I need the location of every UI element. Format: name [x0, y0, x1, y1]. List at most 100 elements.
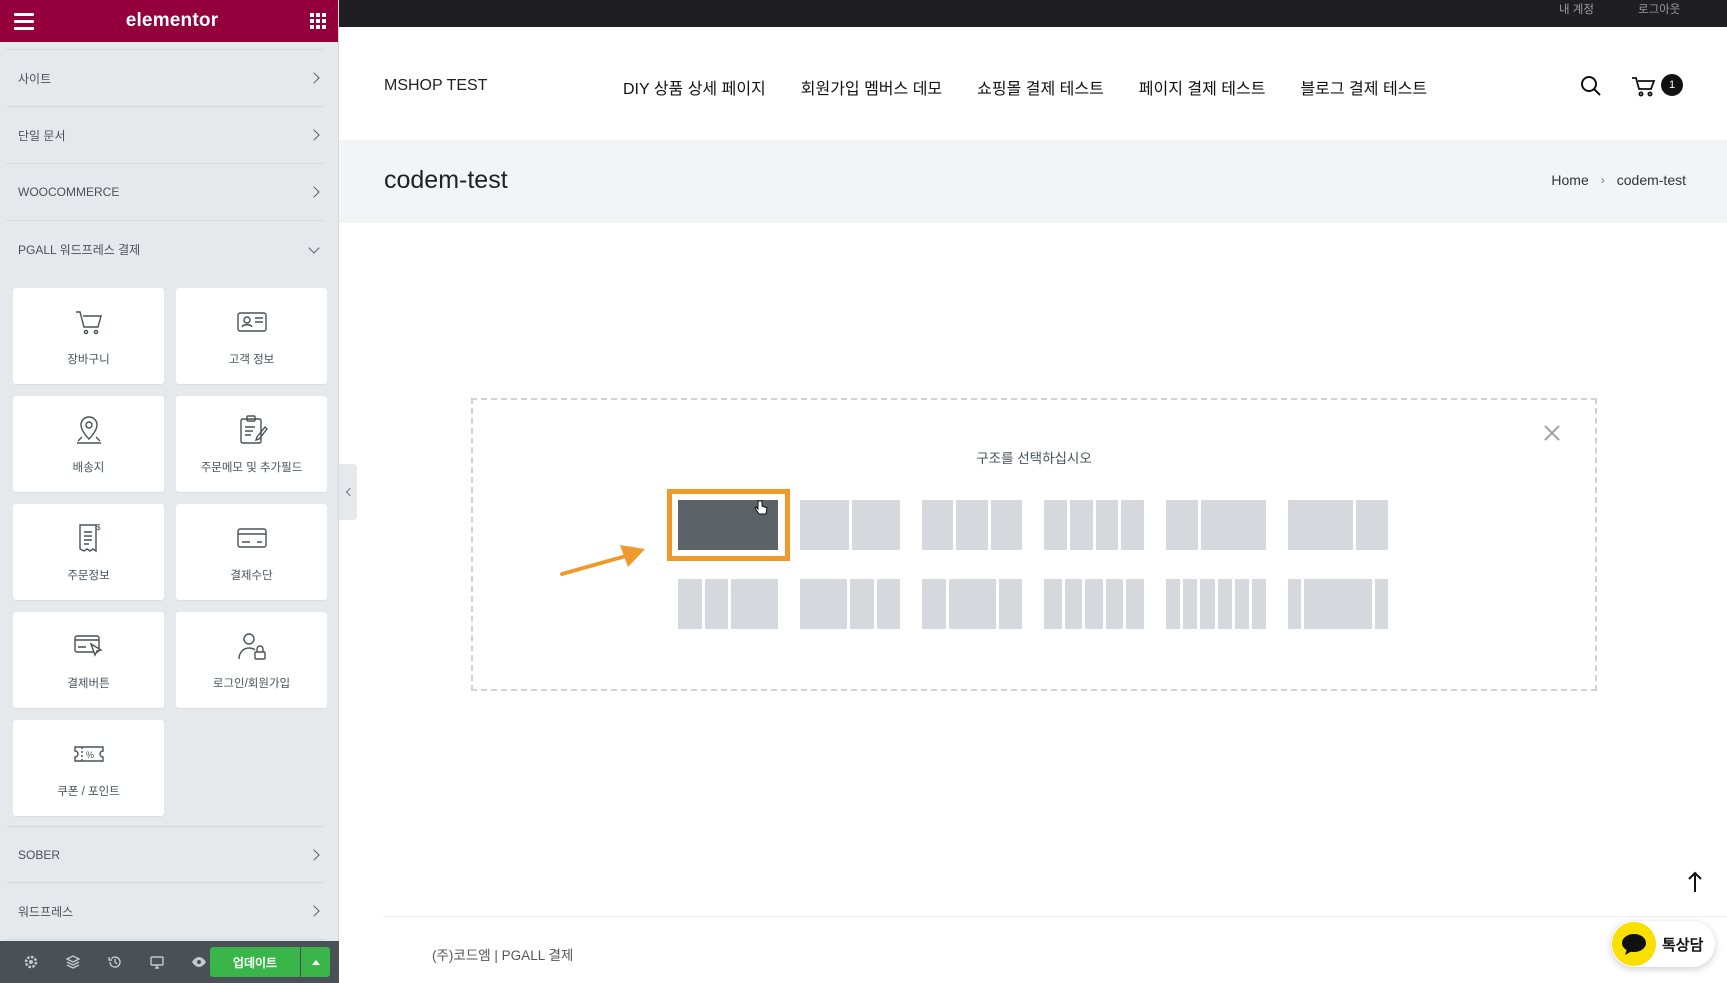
panel-footer: 업데이트	[0, 941, 339, 983]
widget-label: 배송지	[72, 462, 105, 474]
nav-item[interactable]: DIY 상품 상세 페이지	[623, 75, 766, 99]
chevron-right-icon	[308, 186, 320, 198]
preset-3-columns[interactable]	[922, 500, 1022, 550]
cart-icon[interactable]	[1631, 75, 1657, 97]
preset-25-50-25[interactable]	[922, 579, 1022, 629]
category-pgall[interactable]: PGALL 워드프레스 결제	[6, 221, 324, 278]
svg-text:%: %	[86, 750, 94, 760]
widget-label: 주문정보	[67, 570, 110, 582]
layers-icon[interactable]	[52, 941, 94, 983]
settings-icon[interactable]	[10, 941, 52, 983]
preset-5-columns[interactable]	[1044, 579, 1144, 629]
credit-card-icon	[236, 528, 267, 548]
hamburger-menu-icon[interactable]	[14, 12, 34, 30]
category-label: 사이트	[18, 71, 52, 86]
widget-cart[interactable]: 장바구니	[13, 288, 164, 384]
cart-count-badge: 1	[1661, 74, 1683, 96]
page-title: codem-test	[384, 166, 508, 194]
payment-click-icon	[73, 635, 103, 657]
chat-label: 톡상담	[1662, 936, 1704, 954]
widget-coupon-point[interactable]: % 쿠폰 / 포인트	[13, 720, 164, 816]
site-title[interactable]: MSHOP TEST	[384, 77, 487, 95]
chat-bubble-icon	[1612, 922, 1656, 966]
widget-order-info[interactable]: $ 주문정보	[13, 504, 164, 600]
clipboard-edit-icon	[239, 415, 268, 444]
chevron-right-icon	[308, 848, 320, 861]
preset-2-columns[interactable]	[800, 500, 900, 550]
my-account-link[interactable]: 내 계정	[1559, 1, 1594, 17]
user-lock-icon	[237, 633, 266, 660]
responsive-icon[interactable]	[136, 941, 178, 983]
kakao-chat-button[interactable]: 톡상담	[1611, 921, 1715, 967]
breadcrumb-current: codem-test	[1616, 172, 1686, 188]
widget-login-register[interactable]: 로그인/회원가입	[176, 612, 327, 708]
scroll-to-top-icon[interactable]	[1685, 870, 1705, 894]
collapse-panel-button[interactable]	[339, 464, 357, 520]
widget-customer-info[interactable]: 고객 정보	[176, 288, 327, 384]
nav-item[interactable]: 블로그 결제 테스트	[1300, 75, 1427, 99]
widget-label: 로그인/회원가입	[212, 678, 291, 690]
site-topbar: 내 계정 로그아웃	[339, 0, 1727, 27]
category-label: 워드프레스	[18, 904, 74, 919]
chevron-right-icon: ›	[1600, 173, 1605, 187]
widget-shipping[interactable]: 배송지	[13, 396, 164, 492]
chevron-down-icon	[308, 241, 320, 254]
coupon-icon: %	[73, 746, 104, 762]
widget-label: 고객 정보	[228, 354, 275, 366]
page-title-bar: codem-test Home › codem-test	[339, 140, 1727, 223]
nav-item[interactable]: 회원가입 멤버스 데모	[801, 75, 942, 99]
category-wordpress[interactable]: 워드프레스	[6, 883, 324, 940]
cart-icon	[75, 311, 102, 335]
widget-label: 결제수단	[230, 570, 273, 582]
hand-pointer-icon	[754, 500, 768, 515]
panel-header: elementor	[0, 0, 338, 42]
category-sober[interactable]: SOBER	[6, 826, 324, 883]
breadcrumb-home[interactable]: Home	[1551, 172, 1588, 188]
caret-up-icon	[311, 959, 320, 965]
preset-25-25-50[interactable]	[678, 579, 778, 629]
widget-order-memo[interactable]: 주문메모 및 추가필드	[176, 396, 327, 492]
preset-33-66[interactable]	[1166, 500, 1266, 550]
widget-payment-method[interactable]: 결제수단	[176, 504, 327, 600]
elementor-logo: elementor	[125, 10, 219, 31]
nav-item[interactable]: 쇼핑몰 결제 테스트	[977, 75, 1104, 99]
elementor-panel: elementor 사이트 단일 문서 WOOCOMMERCE PGALL 워드…	[0, 0, 339, 983]
preset-66-33[interactable]	[1288, 500, 1388, 550]
annotation-arrow-icon	[560, 545, 645, 576]
logout-link[interactable]: 로그아웃	[1638, 1, 1680, 17]
widget-payment-button[interactable]: 결제버튼	[13, 612, 164, 708]
widget-label: 결제버튼	[67, 678, 110, 690]
history-icon[interactable]	[94, 941, 136, 983]
receipt-icon: $	[78, 523, 101, 553]
update-options-button[interactable]	[301, 947, 330, 977]
chevron-right-icon	[308, 129, 320, 141]
widget-label: 주문메모 및 추가필드	[200, 462, 303, 474]
preset-6-columns[interactable]	[1166, 579, 1267, 629]
search-icon[interactable]	[1580, 75, 1602, 97]
chevron-right-icon	[308, 72, 320, 84]
structure-title: 구조를 선택하십시오	[976, 451, 1092, 466]
category-site[interactable]: 사이트	[6, 50, 324, 107]
main-nav: DIY 상품 상세 페이지 회원가입 멤버스 데모 쇼핑몰 결제 테스트 페이지…	[623, 75, 1427, 99]
preset-4-columns[interactable]	[1044, 500, 1144, 550]
preset-50-25-25[interactable]	[800, 579, 900, 629]
close-icon[interactable]	[1542, 423, 1562, 443]
update-button[interactable]: 업데이트	[210, 947, 300, 977]
chevron-right-icon	[308, 905, 320, 917]
svg-text:$: $	[96, 523, 101, 532]
category-label: SOBER	[18, 847, 61, 862]
preset-16-66-16[interactable]	[1288, 579, 1388, 629]
category-woocommerce[interactable]: WOOCOMMERCE	[6, 164, 324, 221]
breadcrumb: Home › codem-test	[1551, 172, 1686, 188]
category-label: WOOCOMMERCE	[18, 185, 120, 199]
widget-label: 쿠폰 / 포인트	[57, 786, 120, 798]
category-label: 단일 문서	[18, 128, 66, 143]
widgets-grid-icon[interactable]	[309, 13, 326, 29]
category-single-document[interactable]: 단일 문서	[6, 107, 324, 164]
site-header: MSHOP TEST DIY 상품 상세 페이지 회원가입 멤버스 데모 쇼핑몰…	[339, 27, 1727, 140]
location-pin-icon	[76, 416, 101, 444]
nav-item[interactable]: 페이지 결제 테스트	[1139, 75, 1266, 99]
id-card-icon	[236, 312, 267, 332]
widget-grid: 장바구니 고객 정보 배송지 주문메모 및 추가필드 $ 주문정보 결제수단 결…	[0, 278, 338, 816]
chevron-left-icon	[345, 487, 354, 497]
